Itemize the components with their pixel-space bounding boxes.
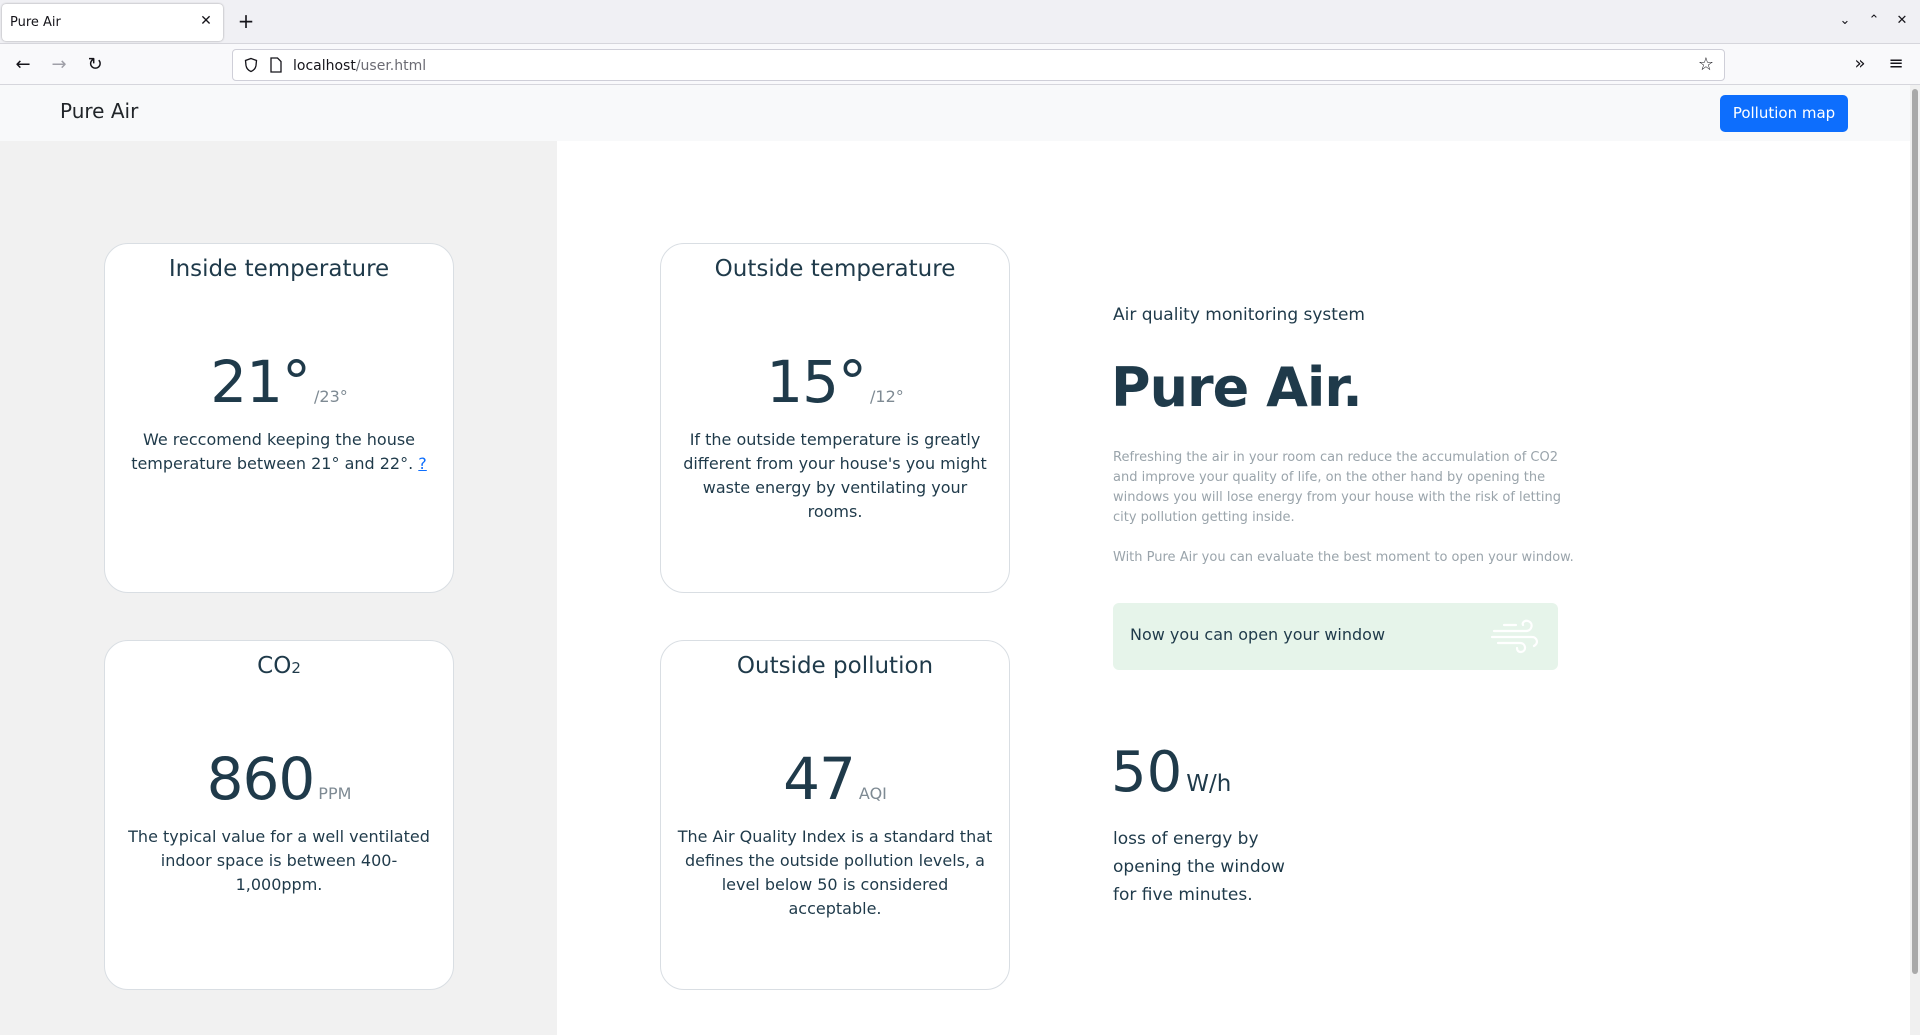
url-bar[interactable]: localhost/user.html ☆ xyxy=(232,49,1725,81)
new-tab-button[interactable]: + xyxy=(236,11,256,31)
back-arrow-icon[interactable]: ← xyxy=(11,53,35,77)
forward-arrow-icon[interactable]: → xyxy=(47,53,71,77)
energy-loss-value: 50 W/h xyxy=(1111,740,1231,805)
card-title: Outside temperature xyxy=(714,256,956,282)
pollution-unit: AQI xyxy=(858,784,887,803)
card-title: Inside temperature xyxy=(168,256,390,282)
page-icon xyxy=(270,57,282,73)
co2-text: The typical value for a well ventilated … xyxy=(128,827,430,894)
window-status-alert: Now you can open your window xyxy=(1113,603,1558,670)
site-header: Pure Air Pollution map xyxy=(0,85,1910,141)
alert-text: Now you can open your window xyxy=(1130,625,1386,644)
pollution-value: 47 xyxy=(783,745,856,813)
inside-temperature-card: Inside temperature 21°/23° We reccomend … xyxy=(104,243,454,593)
description-text-secondary: With Pure Air you can evaluate the best … xyxy=(1113,550,1574,565)
co2-unit: PPM xyxy=(318,784,352,803)
hamburger-menu-icon[interactable]: ≡ xyxy=(1884,52,1908,76)
pollution-text: The Air Quality Index is a standard that… xyxy=(677,827,993,918)
card-value: 15°/12° xyxy=(661,348,1009,416)
browser-tab-bar: Pure Air ✕ + ⌄ ⌃ ✕ xyxy=(0,0,1920,44)
inside-temperature-text: We reccomend keeping the house temperatu… xyxy=(131,430,416,473)
outside-temperature-text: If the outside temperature is greatly di… xyxy=(683,430,987,521)
card-value: 47 AQI xyxy=(661,745,1009,813)
card-value: 860 PPM xyxy=(105,745,453,813)
co2-title-subscript: 2 xyxy=(291,659,301,677)
browser-tab[interactable]: Pure Air ✕ xyxy=(2,4,223,41)
url-host: localhost xyxy=(293,58,356,74)
tab-close-icon[interactable]: ✕ xyxy=(198,13,214,29)
inside-temperature-value: 21° xyxy=(210,348,311,416)
card-title: Outside pollution xyxy=(736,653,934,679)
help-link[interactable]: ? xyxy=(418,454,427,473)
co2-card: CO2 860 PPM The typical value for a well … xyxy=(104,640,454,990)
window-close-icon[interactable]: ✕ xyxy=(1893,12,1911,30)
shield-icon[interactable] xyxy=(243,57,259,73)
brand-logo[interactable]: Pure Air xyxy=(60,99,138,123)
window-maximize-icon[interactable]: ⌃ xyxy=(1865,12,1883,30)
intro-subtitle: Air quality monitoring system xyxy=(1113,305,1365,325)
outside-pollution-card: Outside pollution 47 AQI The Air Quality … xyxy=(660,640,1010,990)
url-path: /user.html xyxy=(355,58,427,74)
browser-nav-bar: ← → ↻ localhost/user.html ☆ » ≡ xyxy=(0,44,1920,85)
pollution-map-button[interactable]: Pollution map xyxy=(1720,95,1848,132)
card-title: CO2 xyxy=(105,653,453,679)
outside-temperature-secondary: /12° xyxy=(870,387,904,406)
co2-value: 860 xyxy=(206,745,316,813)
outside-temperature-card: Outside temperature 15°/12° If the outsi… xyxy=(660,243,1010,593)
reload-icon[interactable]: ↻ xyxy=(83,53,107,77)
card-value: 21°/23° xyxy=(105,348,453,416)
co2-title: CO xyxy=(257,653,292,679)
scrollbar-thumb[interactable] xyxy=(1912,89,1918,974)
tab-list-chevron-icon[interactable]: ⌄ xyxy=(1836,12,1854,30)
page-scrollbar[interactable] xyxy=(1910,85,1920,1035)
energy-number: 50 xyxy=(1111,740,1183,805)
overflow-chevrons-icon[interactable]: » xyxy=(1848,52,1872,76)
hero-title: Pure Air. xyxy=(1111,356,1363,419)
wind-icon xyxy=(1490,619,1538,654)
energy-unit: W/h xyxy=(1186,771,1232,797)
energy-loss-text: loss of energy by opening the window for… xyxy=(1113,829,1285,905)
description-text: Refreshing the air in your room can redu… xyxy=(1113,450,1561,525)
outside-temperature-value: 15° xyxy=(766,348,867,416)
inside-temperature-target: /23° xyxy=(314,387,348,406)
card-description: We reccomend keeping the house temperatu… xyxy=(121,428,437,476)
url-text[interactable]: localhost/user.html xyxy=(293,58,426,74)
bookmark-star-icon[interactable]: ☆ xyxy=(1696,55,1716,75)
tab-title: Pure Air xyxy=(10,15,61,30)
